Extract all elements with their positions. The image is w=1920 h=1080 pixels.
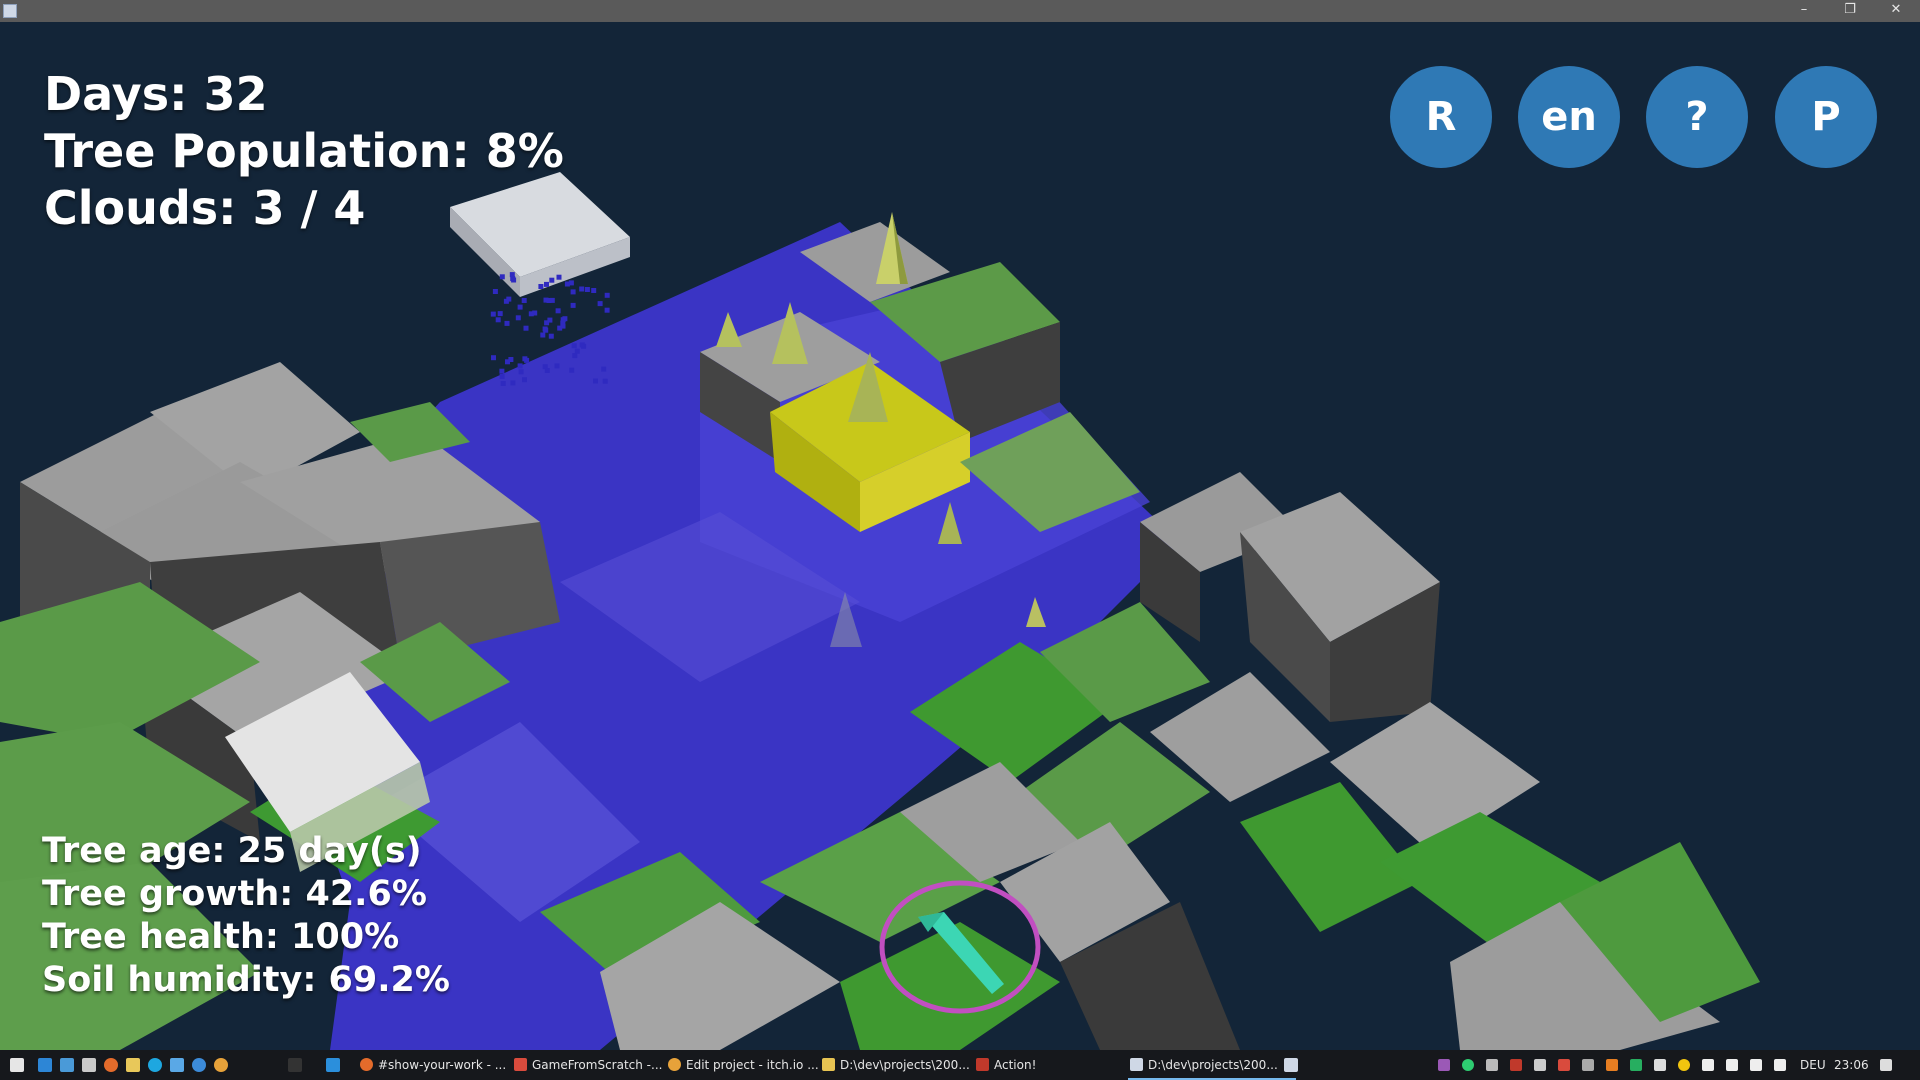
- tree-health-label: Tree health: 100%: [42, 917, 400, 957]
- folder-icon: [822, 1058, 835, 1071]
- action-recorder-icon: [976, 1058, 989, 1071]
- tree-growth-label: Tree growth: 42.6%: [42, 874, 427, 914]
- steam-icon[interactable]: [82, 1058, 96, 1072]
- days-label: Days: 32: [44, 67, 268, 121]
- tile-info: Tree age: 25 day(s) Tree growth: 42.6% T…: [42, 830, 450, 1002]
- windows-start-icon[interactable]: [10, 1058, 24, 1072]
- tree-population-label: Tree Population: 8%: [44, 124, 564, 178]
- printer-icon[interactable]: [1582, 1059, 1594, 1071]
- dropbox-icon[interactable]: [1750, 1059, 1762, 1071]
- clouds-label: Clouds: 3 / 4: [44, 181, 366, 235]
- close-window-button[interactable]: ✕: [1874, 0, 1918, 22]
- task-label: D:\dev\projects\200...: [840, 1058, 970, 1072]
- task-itch[interactable]: Edit project - itch.io ...: [666, 1050, 834, 1080]
- maximize-button[interactable]: ❐: [1828, 0, 1872, 22]
- usb-icon[interactable]: [1486, 1059, 1498, 1071]
- task-label: GameFromScratch -...: [532, 1058, 663, 1072]
- mail-icon[interactable]: [1558, 1059, 1570, 1071]
- task-action[interactable]: Action!: [974, 1050, 1142, 1080]
- hud-stats: Days: 32 Tree Population: 8% Clouds: 3 /…: [44, 66, 564, 237]
- clock[interactable]: 23:06: [1834, 1050, 1869, 1080]
- window-tray-icon[interactable]: [1654, 1059, 1666, 1071]
- gmail-icon: [514, 1058, 527, 1071]
- task-game-window[interactable]: D:\dev\projects\200...: [1128, 1050, 1296, 1080]
- action-tray-icon[interactable]: [1510, 1059, 1522, 1071]
- window-title-bar: – ❐ ✕: [0, 0, 1920, 22]
- chrome-pinned-icon[interactable]: [214, 1058, 228, 1072]
- unity-icon[interactable]: [288, 1058, 302, 1072]
- pause-button[interactable]: P: [1775, 66, 1877, 168]
- desktop-icon[interactable]: [60, 1058, 74, 1072]
- chrome-icon: [668, 1058, 681, 1071]
- search-tray-icon[interactable]: [1606, 1059, 1618, 1071]
- minimize-button[interactable]: –: [1782, 0, 1826, 22]
- task-label: #show-your-work - ...: [378, 1058, 507, 1072]
- help-button[interactable]: ?: [1646, 66, 1748, 168]
- soil-humidity-label: Soil humidity: 69.2%: [42, 960, 450, 1000]
- volume-icon[interactable]: [1774, 1059, 1786, 1071]
- battery-icon[interactable]: [1702, 1059, 1714, 1071]
- firefox-icon[interactable]: [104, 1058, 118, 1072]
- task-discord[interactable]: #show-your-work - ...: [358, 1050, 526, 1080]
- task-label: D:\dev\projects\200...: [1148, 1058, 1278, 1072]
- window-app-icon: [3, 4, 17, 18]
- firefox-icon: [360, 1058, 373, 1071]
- task-gmail[interactable]: GameFromScratch -...: [512, 1050, 680, 1080]
- tree-age-label: Tree age: 25 day(s): [42, 831, 422, 871]
- game-viewport[interactable]: Days: 32 Tree Population: 8% Clouds: 3 /…: [0, 22, 1920, 1050]
- skype-icon[interactable]: [148, 1058, 162, 1072]
- task-label: Edit project - itch.io ...: [686, 1058, 819, 1072]
- steam-tray-icon[interactable]: [1534, 1059, 1546, 1071]
- language-button[interactable]: en: [1518, 66, 1620, 168]
- telegram-icon[interactable]: [170, 1058, 184, 1072]
- restart-button[interactable]: R: [1390, 66, 1492, 168]
- notifications-icon[interactable]: [1880, 1059, 1892, 1071]
- taskbar: #show-your-work - ... GameFromScratch -.…: [0, 1050, 1920, 1080]
- shield-icon[interactable]: [1462, 1059, 1474, 1071]
- browser-icon[interactable]: [192, 1058, 206, 1072]
- wifi-icon[interactable]: [1726, 1059, 1738, 1071]
- notes-icon[interactable]: [126, 1058, 140, 1072]
- task-explorer[interactable]: D:\dev\projects\200...: [820, 1050, 988, 1080]
- weather-icon[interactable]: [1678, 1059, 1690, 1071]
- game-window-icon: [1130, 1058, 1143, 1071]
- task-label: Action!: [994, 1058, 1037, 1072]
- keyboard-language[interactable]: DEU: [1800, 1050, 1826, 1080]
- task-view-icon[interactable]: [38, 1058, 52, 1072]
- vscode-icon[interactable]: [326, 1058, 340, 1072]
- monitor-icon[interactable]: [1630, 1059, 1642, 1071]
- window-thumbnail-icon[interactable]: [1284, 1058, 1298, 1072]
- pen-icon[interactable]: [1438, 1059, 1450, 1071]
